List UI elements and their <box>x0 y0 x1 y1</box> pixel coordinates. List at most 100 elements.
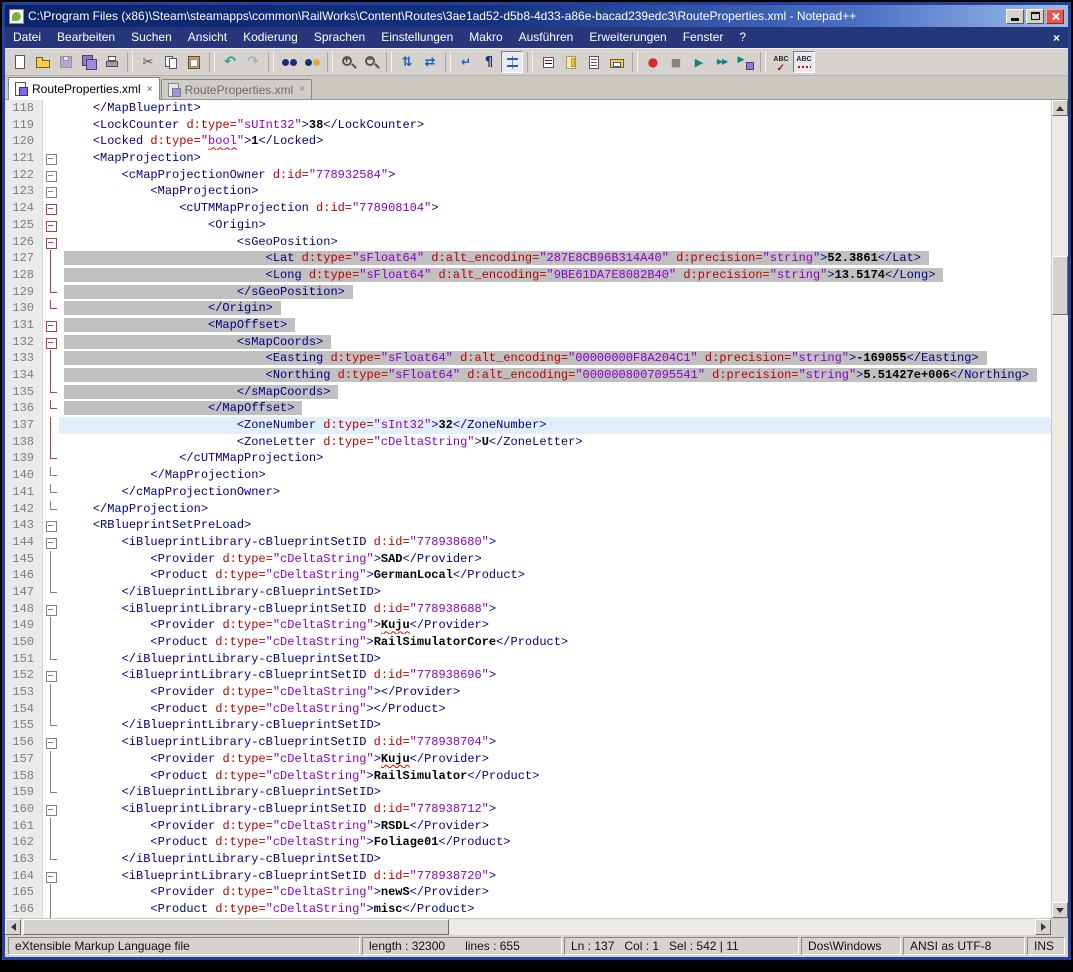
scroll-left-button[interactable] <box>5 919 21 935</box>
vertical-scroll-thumb[interactable] <box>1052 256 1068 315</box>
code-line-148[interactable]: 148 <iBlueprintLibrary-cBlueprintSetID d… <box>5 601 1051 618</box>
code-line-119[interactable]: 119 <LockCounter d:type="sUInt32">38</Lo… <box>5 117 1051 134</box>
tab-close-icon[interactable]: × <box>299 84 305 95</box>
code-line-165[interactable]: 165 <Provider d:type="cDeltaString">newS… <box>5 884 1051 901</box>
folder-workspace-icon[interactable] <box>606 51 628 73</box>
open-folder-icon[interactable] <box>32 51 54 73</box>
code-line-159[interactable]: 159 </iBlueprintLibrary-cBlueprintSetID> <box>5 784 1051 801</box>
scroll-right-button[interactable] <box>1035 919 1051 935</box>
code-line-134[interactable]: 134 <Northing d:type="sFloat64" d:alt_en… <box>5 367 1051 384</box>
code-line-128[interactable]: 128 <Long d:type="sFloat64" d:alt_encodi… <box>5 267 1051 284</box>
horizontal-scrollbar[interactable] <box>5 919 1051 935</box>
code-line-156[interactable]: 156 <iBlueprintLibrary-cBlueprintSetID d… <box>5 734 1051 751</box>
menu-close-icon[interactable]: × <box>1053 31 1060 45</box>
code-line-122[interactable]: 122 <cMapProjectionOwner d:id="778932584… <box>5 167 1051 184</box>
fold-collapse-icon[interactable] <box>43 868 59 885</box>
tab-2[interactable]: RouteProperties.xml× <box>161 79 313 99</box>
code-line-164[interactable]: 164 <iBlueprintLibrary-cBlueprintSetID d… <box>5 868 1051 885</box>
code-line-151[interactable]: 151 </iBlueprintLibrary-cBlueprintSetID> <box>5 651 1051 668</box>
restore-button[interactable] <box>1026 9 1044 24</box>
code-line-121[interactable]: 121 <MapProjection> <box>5 150 1051 167</box>
scroll-down-button[interactable] <box>1052 902 1068 918</box>
menu-item-fenster[interactable]: Fenster <box>675 27 732 48</box>
macro-run-multiple-icon[interactable]: ▶▶ <box>711 51 733 73</box>
status-insert-mode[interactable]: INS <box>1027 937 1065 955</box>
menu-item-datei[interactable]: Datei <box>5 27 49 48</box>
editor-lines[interactable]: 118 </MapBlueprint>119 <LockCounter d:ty… <box>5 100 1051 918</box>
code-line-139[interactable]: 139 </cUTMMapProjection> <box>5 450 1051 467</box>
code-line-163[interactable]: 163 </iBlueprintLibrary-cBlueprintSetID> <box>5 851 1051 868</box>
horizontal-scroll-track[interactable] <box>21 919 1035 935</box>
code-line-157[interactable]: 157 <Provider d:type="cDeltaString">Kuju… <box>5 751 1051 768</box>
print-icon[interactable] <box>101 51 123 73</box>
tab-1[interactable]: RouteProperties.xml× <box>8 77 160 100</box>
code-line-150[interactable]: 150 <Product d:type="cDeltaString">RailS… <box>5 634 1051 651</box>
menu-item-kodierung[interactable]: Kodierung <box>235 27 306 48</box>
vertical-scroll-track[interactable] <box>1052 116 1068 902</box>
fold-collapse-icon[interactable] <box>43 801 59 818</box>
scroll-up-button[interactable] <box>1052 100 1068 116</box>
tab-close-icon[interactable]: × <box>147 84 153 95</box>
menu-item-makro[interactable]: Makro <box>461 27 510 48</box>
code-line-136[interactable]: 136 </MapOffset> <box>5 400 1051 417</box>
code-line-132[interactable]: 132 <sMapCoords> <box>5 334 1051 351</box>
paste-icon[interactable] <box>183 51 205 73</box>
code-line-124[interactable]: 124 <cUTMMapProjection d:id="778908104"> <box>5 200 1051 217</box>
copy-icon[interactable] <box>160 51 182 73</box>
fold-collapse-icon[interactable] <box>43 167 59 184</box>
find-replace-icon[interactable] <box>301 51 323 73</box>
code-line-144[interactable]: 144 <iBlueprintLibrary-cBlueprintSetID d… <box>5 534 1051 551</box>
sync-horizontal-icon[interactable]: ⇄ <box>419 51 441 73</box>
code-line-153[interactable]: 153 <Provider d:type="cDeltaString"></Pr… <box>5 684 1051 701</box>
doc-list-icon[interactable] <box>583 51 605 73</box>
menu-item-sprachen[interactable]: Sprachen <box>306 27 373 48</box>
code-line-147[interactable]: 147 </iBlueprintLibrary-cBlueprintSetID> <box>5 584 1051 601</box>
code-line-141[interactable]: 141 </cMapProjectionOwner> <box>5 484 1051 501</box>
code-line-152[interactable]: 152 <iBlueprintLibrary-cBlueprintSetID d… <box>5 667 1051 684</box>
macro-stop-icon[interactable]: ■ <box>665 51 687 73</box>
code-line-154[interactable]: 154 <Product d:type="cDeltaString"></Pro… <box>5 701 1051 718</box>
indent-guide-icon[interactable] <box>501 51 523 73</box>
fold-collapse-icon[interactable] <box>43 517 59 534</box>
code-line-161[interactable]: 161 <Provider d:type="cDeltaString">RSDL… <box>5 818 1051 835</box>
fold-collapse-icon[interactable] <box>43 667 59 684</box>
code-line-149[interactable]: 149 <Provider d:type="cDeltaString">Kuju… <box>5 617 1051 634</box>
code-line-140[interactable]: 140 </MapProjection> <box>5 467 1051 484</box>
code-line-146[interactable]: 146 <Product d:type="cDeltaString">Germa… <box>5 567 1051 584</box>
fold-collapse-icon[interactable] <box>43 150 59 167</box>
find-icon[interactable] <box>278 51 300 73</box>
fold-collapse-icon[interactable] <box>43 234 59 251</box>
save-icon[interactable] <box>55 51 77 73</box>
zoom-in-icon[interactable]: + <box>337 51 359 73</box>
code-line-126[interactable]: 126 <sGeoPosition> <box>5 234 1051 251</box>
menu-item-einstellungen[interactable]: Einstellungen <box>373 27 461 48</box>
macro-record-icon[interactable]: ● <box>642 51 664 73</box>
fold-collapse-icon[interactable] <box>43 200 59 217</box>
code-line-127[interactable]: 127 <Lat d:type="sFloat64" d:alt_encodin… <box>5 250 1051 267</box>
code-line-145[interactable]: 145 <Provider d:type="cDeltaString">SAD<… <box>5 551 1051 568</box>
code-line-160[interactable]: 160 <iBlueprintLibrary-cBlueprintSetID d… <box>5 801 1051 818</box>
code-line-158[interactable]: 158 <Product d:type="cDeltaString">RailS… <box>5 768 1051 785</box>
code-line-135[interactable]: 135 </sMapCoords> <box>5 384 1051 401</box>
close-button[interactable] <box>1046 9 1064 24</box>
spell-check-icon[interactable]: ABC <box>770 51 792 73</box>
fold-collapse-icon[interactable] <box>43 317 59 334</box>
macro-save-icon[interactable]: ▶ <box>734 51 756 73</box>
code-line-130[interactable]: 130 </Origin> <box>5 300 1051 317</box>
fold-collapse-icon[interactable] <box>43 334 59 351</box>
code-line-166[interactable]: 166 <Product d:type="cDeltaString">misc<… <box>5 901 1051 918</box>
status-encoding[interactable]: ANSI as UTF-8 <box>903 937 1025 955</box>
fold-collapse-icon[interactable] <box>43 601 59 618</box>
code-line-131[interactable]: 131 <MapOffset> <box>5 317 1051 334</box>
doc-map-icon[interactable] <box>560 51 582 73</box>
fold-collapse-icon[interactable] <box>43 217 59 234</box>
save-all-icon[interactable] <box>78 51 100 73</box>
fold-collapse-icon[interactable] <box>43 183 59 200</box>
code-line-125[interactable]: 125 <Origin> <box>5 217 1051 234</box>
fold-collapse-icon[interactable] <box>43 734 59 751</box>
show-all-chars-icon[interactable]: ¶ <box>478 51 500 73</box>
code-line-138[interactable]: 138 <ZoneLetter d:type="cDeltaString">U<… <box>5 434 1051 451</box>
menu-item-ausfhren[interactable]: Ausführen <box>511 27 582 48</box>
code-line-137[interactable]: 137 <ZoneNumber d:type="sInt32">32</Zone… <box>5 417 1051 434</box>
title-bar[interactable]: C:\Program Files (x86)\Steam\steamapps\c… <box>5 5 1068 27</box>
